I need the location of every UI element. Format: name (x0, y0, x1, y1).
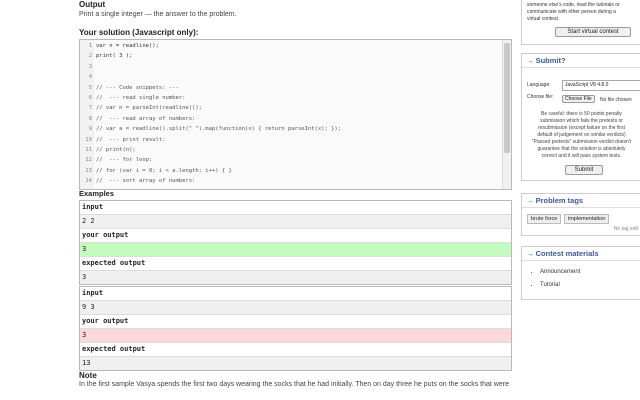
solution-heading: Your solution (Javascript only): (79, 28, 199, 37)
warning-line: correct and it will pass system tests. (541, 153, 622, 159)
scrollbar-thumb[interactable] (504, 43, 510, 153)
examples-heading: Examples (79, 189, 115, 198)
line-number: 1 (88, 43, 92, 49)
code-text: // --- read single number: (96, 95, 186, 101)
virtual-contest-box: someone else's code, read the tutorials … (521, 0, 640, 45)
line-number: 9 (88, 126, 92, 133)
example-expected-output-label: expected output (80, 343, 511, 357)
code-line[interactable]: 14 // --- sort array of numbers: (80, 178, 195, 188)
code-line[interactable]: 9 // var a = readline().split(" ").map(fu… (80, 126, 341, 136)
code-text: // for (var i = 0; i < a.length; i++) { … (96, 167, 232, 174)
example-your-output-label: your output (80, 315, 511, 329)
language-select[interactable]: JavaScript V8 4.8.0 (562, 80, 640, 91)
line-number: 2 (88, 53, 92, 60)
no-file-chosen-text: No file chosen (600, 97, 632, 103)
code-line[interactable]: 5 // --- Code snippets: --- (80, 85, 179, 95)
example-your-output-value: 3 (80, 329, 511, 343)
submit-title: → Submit? (522, 54, 640, 68)
code-line[interactable]: 3 (80, 64, 96, 74)
contest-materials-box: → Contest materials Announcement Tutoria… (521, 246, 640, 300)
line-number: 13 (85, 167, 92, 174)
code-text: // var n = parseInt(readline()); (96, 105, 202, 112)
example-your-output-value: 3 (80, 243, 511, 257)
code-text: // var a = readline().split(" ").map(fun… (96, 126, 342, 133)
line-number: 3 (88, 63, 92, 70)
example-1: input 2 2 your output 3 expected output … (79, 200, 512, 285)
no-tag-edit-text: No tag edit (613, 226, 638, 232)
materials-list: Announcement Tutorial (522, 269, 580, 295)
code-text: // --- for loop: (96, 157, 153, 164)
virtual-text-line: communicate with other person during a (527, 9, 616, 15)
code-text: // --- read array of numbers: (96, 115, 196, 122)
code-text: // --- print result: (96, 136, 166, 143)
line-number: 10 (85, 136, 92, 143)
output-heading: Output (79, 0, 106, 9)
code-line[interactable]: 2 print( 3 ); (80, 53, 133, 63)
example-input-label: input (80, 287, 511, 301)
example-expected-output-value: 3 (80, 271, 511, 284)
code-line[interactable]: 11 // print(n); (80, 147, 136, 157)
choose-file-button[interactable]: Choose File (562, 95, 595, 103)
code-line[interactable]: 13 // for (var i = 0; i < a.length; i++) … (80, 167, 232, 178)
code-editor[interactable]: 1 var n = readline(); 2 print( 3 ); 3 4 5 // --… (79, 39, 512, 190)
line-number: 5 (88, 84, 92, 91)
example-your-output-label: your output (80, 229, 511, 243)
warning-line: default of judgement on similar verdicts… (537, 132, 626, 138)
start-virtual-contest-button[interactable]: Start virtual contest (555, 27, 631, 37)
problem-main: Output Print a single integer — the answ… (0, 0, 516, 400)
code-line[interactable]: 12 // --- for loop: (80, 157, 152, 167)
code-line[interactable]: 7 // var n = parseInt(readline()); (80, 105, 202, 115)
code-line[interactable]: 4 (80, 74, 96, 84)
code-line[interactable]: 1 var n = readline(); (80, 43, 159, 53)
line-number: 14 (85, 178, 92, 185)
output-text: Print a single integer — the answer to t… (79, 11, 237, 18)
warning-line: guarantee that the solution is absolutel… (537, 146, 626, 152)
tag-brute-force[interactable]: brute force (527, 214, 562, 224)
tag-implementation[interactable]: implementation (564, 214, 610, 224)
line-number: 12 (85, 157, 92, 164)
code-text: var n = readline(); (96, 43, 159, 49)
note-text: In the first sample Vasya spends the fir… (79, 381, 509, 388)
example-2: input 9 3 your output 3 expected output … (79, 286, 512, 371)
example-input-value: 2 2 (80, 215, 511, 229)
language-label: Language: (527, 82, 551, 88)
contest-materials-title: → Contest materials (522, 247, 640, 261)
code-text: // --- Code snippets: --- (96, 84, 179, 91)
example-expected-output-label: expected output (80, 257, 511, 271)
example-input-label: input (80, 201, 511, 215)
note-heading: Note (79, 371, 97, 380)
materials-item-announcement[interactable]: Announcement (540, 269, 580, 275)
virtual-text-line: virtual contest. (527, 16, 560, 22)
materials-item-tutorial[interactable]: Tutorial (540, 282, 580, 288)
code-line[interactable]: 6 // --- read single number: (80, 95, 186, 105)
code-text: print( 3 ); (96, 53, 133, 60)
example-expected-output-value: 13 (80, 357, 511, 370)
code-line[interactable]: 8 // --- read array of numbers: (80, 115, 196, 126)
warning-line: submission which fails the pretests or (540, 118, 623, 124)
warning-line: Be careful: there is 50 points penalty (541, 111, 622, 117)
example-input-value: 9 3 (80, 301, 511, 315)
line-number: 7 (88, 105, 92, 112)
problem-tags-box: → Problem tags brute force implementatio… (521, 193, 640, 236)
problem-tags-title: → Problem tags (522, 194, 640, 208)
submit-button[interactable]: Submit (565, 165, 603, 175)
line-number: 8 (88, 115, 92, 122)
warning-line: "Passed pretests" submission verdict doe… (531, 139, 632, 145)
code-text: // print(n); (96, 147, 136, 153)
editor-scrollbar[interactable] (502, 40, 511, 189)
virtual-text-line: someone else's code, read the tutorials … (527, 2, 620, 8)
code-text: // --- sort array of numbers: (96, 178, 196, 185)
code-line[interactable]: 10 // --- print result: (80, 136, 166, 147)
line-number: 4 (88, 74, 92, 81)
submit-box: → Submit? Language: JavaScript V8 4.8.0 … (521, 53, 640, 181)
virtual-contest-text: someone else's code, read the tutorials … (527, 2, 620, 23)
line-number: 6 (88, 95, 92, 101)
penalty-warning: Be careful: there is 50 points penalty s… (524, 111, 639, 160)
line-number: 11 (85, 147, 92, 153)
warning-line: resubmission (except failure on the firs… (538, 125, 625, 131)
choose-file-label: Choose file: (527, 94, 554, 100)
